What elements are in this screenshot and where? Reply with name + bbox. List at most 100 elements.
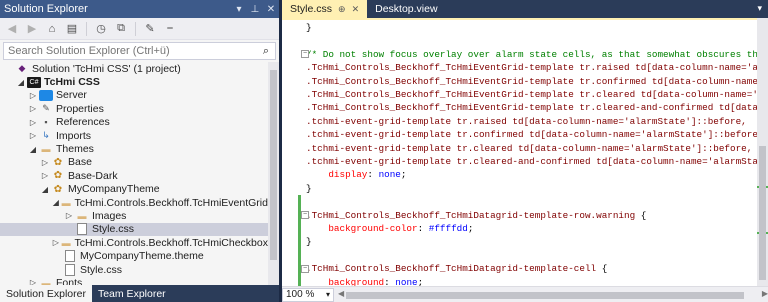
code-token: .tchmi-event-grid-template tr.cleared-an… xyxy=(306,156,757,167)
code-line: } xyxy=(306,182,312,195)
preview-icon[interactable]: ⎯ xyxy=(162,21,178,37)
code-token: none xyxy=(395,276,418,286)
tree-item[interactable]: ▷ ▬ TcHmi.Controls.Beckhoff.TcHmiCheckbox xyxy=(0,236,268,249)
collapse-icon[interactable]: − xyxy=(301,50,309,59)
code-line: } xyxy=(306,235,312,248)
tab-solution-explorer[interactable]: Solution Explorer xyxy=(0,285,92,302)
expand-arrow-icon[interactable]: ◢ xyxy=(52,198,60,207)
zoom-select[interactable]: 100 % ▾ xyxy=(282,287,334,302)
code-token: .TcHmi_Controls_Beckhoff_TcHmiEventGrid-… xyxy=(306,75,757,87)
back-icon[interactable]: ◀ xyxy=(4,21,20,37)
expand-arrow-icon[interactable]: ▷ xyxy=(40,171,50,180)
code-token: .tchmi-event-grid-template tr.raised td[… xyxy=(306,115,747,127)
code-token: : xyxy=(417,223,429,234)
search-input[interactable] xyxy=(4,45,257,57)
document-tabs: Style.css ⊕ ✕ Desktop.view ▾ xyxy=(282,0,768,18)
tab-desktop-view[interactable]: Desktop.view xyxy=(367,0,445,18)
solution-explorer-panel: Solution Explorer ▾ ⊥ ✕ ◀ ▶ ⌂ ▤ ◷ ⧉ ✎ ⎯ … xyxy=(0,0,279,302)
expand-arrow-icon[interactable]: ▷ xyxy=(28,91,38,100)
scroll-right-icon[interactable]: ▶ xyxy=(762,289,768,298)
code-line: background-color: #ffffdd; xyxy=(306,222,473,235)
expand-arrow-icon[interactable]: ▷ xyxy=(64,211,74,220)
tree-item-label: References xyxy=(56,116,110,129)
code-token: none xyxy=(378,169,401,181)
expand-arrow-icon[interactable]: ▷ xyxy=(40,158,50,167)
code-token: .TcHmi_Controls_Beckhoff_TcHmiDatagrid-t… xyxy=(306,263,597,275)
references-icon: ▪ xyxy=(44,117,48,128)
code-token: ; xyxy=(467,223,474,234)
collapse-icon[interactable]: − xyxy=(301,211,309,220)
tree-item[interactable]: ▷ ✎ Properties xyxy=(0,102,268,115)
editor-vertical-scrollbar[interactable] xyxy=(757,18,768,286)
tree-vertical-scrollbar[interactable] xyxy=(268,62,279,285)
solution-icon: ◆ xyxy=(18,63,26,74)
expand-arrow-icon[interactable]: ▷ xyxy=(28,118,38,127)
tree-item[interactable]: ◢ ▬ TcHmi.Controls.Beckhoff.TcHmiEventGrid xyxy=(0,196,268,209)
code-area[interactable]: } /* Do not show focus overlay over alarm… xyxy=(282,18,757,286)
tree-item[interactable]: ▷ ↳ Imports xyxy=(0,129,268,142)
tree-item[interactable]: Style.css xyxy=(0,222,268,237)
tree-item[interactable]: ▷ ✿ Base xyxy=(0,156,268,169)
tree-item[interactable]: ◢ C# TcHmi CSS xyxy=(0,75,268,88)
folder-icon: ▬ xyxy=(61,237,71,248)
tab-style-css[interactable]: Style.css ⊕ ✕ xyxy=(282,0,368,18)
forward-icon[interactable]: ▶ xyxy=(24,21,40,37)
scrollbar-thumb[interactable] xyxy=(759,146,766,280)
editor-horizontal-scrollbar[interactable]: ◀ ▶ xyxy=(338,289,768,301)
expand-arrow-icon[interactable]: ◢ xyxy=(16,78,26,87)
tab-team-explorer[interactable]: Team Explorer xyxy=(92,285,172,302)
scrollbar-thumb[interactable] xyxy=(270,70,277,260)
expand-arrow-icon[interactable]: ▷ xyxy=(52,238,60,247)
expand-arrow-icon[interactable]: ◢ xyxy=(40,185,50,194)
tree-item-label: TcHmi CSS xyxy=(44,76,100,89)
close-icon[interactable]: ✕ xyxy=(263,4,279,15)
tree-item[interactable]: ◢ ✿ MyCompanyTheme xyxy=(0,183,268,196)
properties-wrench-icon[interactable]: ✎ xyxy=(142,21,158,37)
pin-icon[interactable]: ⊥ xyxy=(247,4,263,15)
close-icon[interactable]: ✕ xyxy=(352,4,360,15)
tree-item[interactable]: ▷ ▪ References xyxy=(0,116,268,129)
tree-item-label: Imports xyxy=(56,129,92,142)
tab-list-dropdown-icon[interactable]: ▾ xyxy=(757,3,762,14)
code-line: .TcHmi_Controls_Beckhoff_TcHmiEventGrid-… xyxy=(306,75,757,88)
code-line: .tchmi-event-grid-template tr.cleared-an… xyxy=(306,155,757,168)
scroll-left-icon[interactable]: ◀ xyxy=(338,289,344,298)
tree-item[interactable]: MyCompanyTheme.theme xyxy=(0,249,268,263)
tree-item-label: Properties xyxy=(56,102,104,115)
code-token: } xyxy=(306,182,312,194)
folder-icon: ▬ xyxy=(77,210,87,221)
tree-item[interactable]: ▷ Server xyxy=(0,89,268,102)
solutions-view-icon[interactable]: ▤ xyxy=(64,21,80,37)
code-token: .tchmi-event-grid-template tr.cleared td… xyxy=(306,142,753,154)
tree-item-label: Fonts xyxy=(56,276,83,285)
tree-item[interactable]: ▷ ▬ Images xyxy=(0,209,268,222)
code-line: .tchmi-event-grid-template tr.cleared td… xyxy=(306,142,752,155)
pin-icon[interactable]: ⊕ xyxy=(338,4,346,15)
collapse-icon[interactable]: − xyxy=(301,264,309,273)
code-line: .tchmi-event-grid-template tr.raised td[… xyxy=(306,115,747,128)
tree-item-label: Style.css xyxy=(92,223,135,236)
code-token: .TcHmi_Controls_Beckhoff_TcHmiEventGrid-… xyxy=(306,102,757,114)
code-token: .TcHmi_Controls_Beckhoff_TcHmiDatagrid-t… xyxy=(306,209,636,221)
tree-item-label: TcHmi.Controls.Beckhoff.TcHmiEventGrid xyxy=(74,196,268,209)
home-icon[interactable]: ⌂ xyxy=(44,21,60,37)
expand-arrow-icon[interactable]: ▷ xyxy=(28,104,38,113)
dropdown-icon[interactable]: ▾ xyxy=(231,4,247,15)
expand-arrow-icon[interactable]: ▷ xyxy=(28,131,38,140)
tree-item[interactable]: Style.css xyxy=(0,263,268,276)
tree-item[interactable]: ◆ Solution 'TcHmi CSS' (1 project) xyxy=(0,62,268,75)
search-box[interactable]: ⌕ xyxy=(3,42,276,60)
code-line: .tchmi-event-grid-template tr.confirmed … xyxy=(306,128,757,141)
history-icon[interactable]: ◷ xyxy=(93,21,109,37)
search-icon[interactable]: ⌕ xyxy=(257,45,275,58)
imports-icon: ↳ xyxy=(42,130,50,141)
expand-arrow-icon[interactable]: ◢ xyxy=(28,145,38,154)
tree-item[interactable]: ▷ ✿ Base-Dark xyxy=(0,169,268,182)
collapse-all-icon[interactable]: ⧉ xyxy=(113,21,129,37)
tree-item[interactable]: ◢ ▬ Themes xyxy=(0,142,268,155)
scrollbar-thumb[interactable] xyxy=(346,291,744,299)
tree-item[interactable]: ▷ ▬ Fonts xyxy=(0,276,268,285)
tree-item-label: Images xyxy=(92,209,127,222)
